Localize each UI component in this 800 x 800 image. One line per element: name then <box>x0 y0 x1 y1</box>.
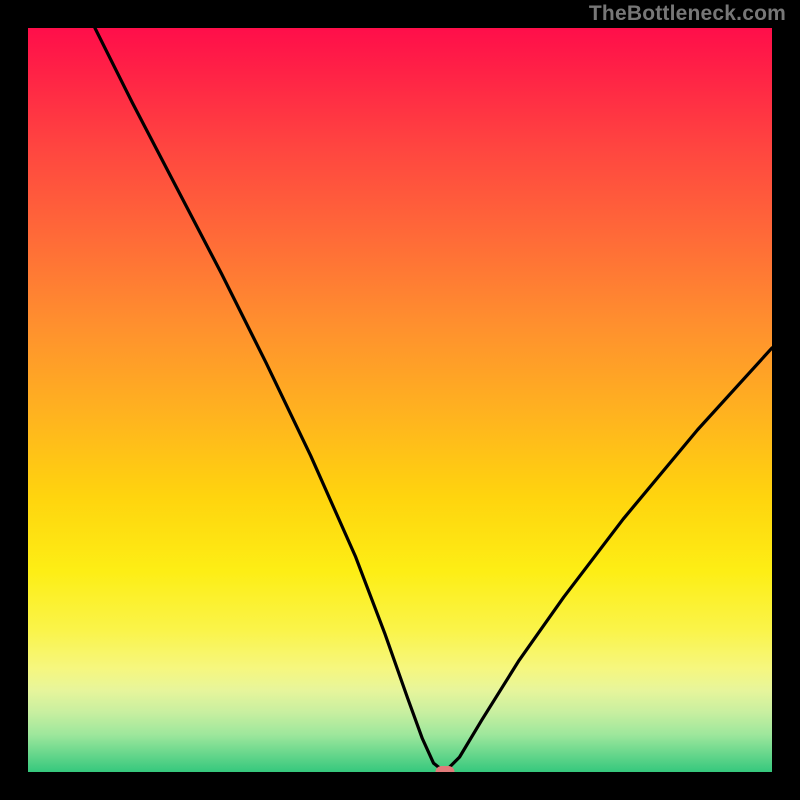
chart-frame: TheBottleneck.com <box>0 0 800 800</box>
bottleneck-curve <box>28 28 772 772</box>
watermark-text: TheBottleneck.com <box>589 2 786 26</box>
optimal-point-marker <box>435 766 454 772</box>
plot-area <box>28 28 772 772</box>
